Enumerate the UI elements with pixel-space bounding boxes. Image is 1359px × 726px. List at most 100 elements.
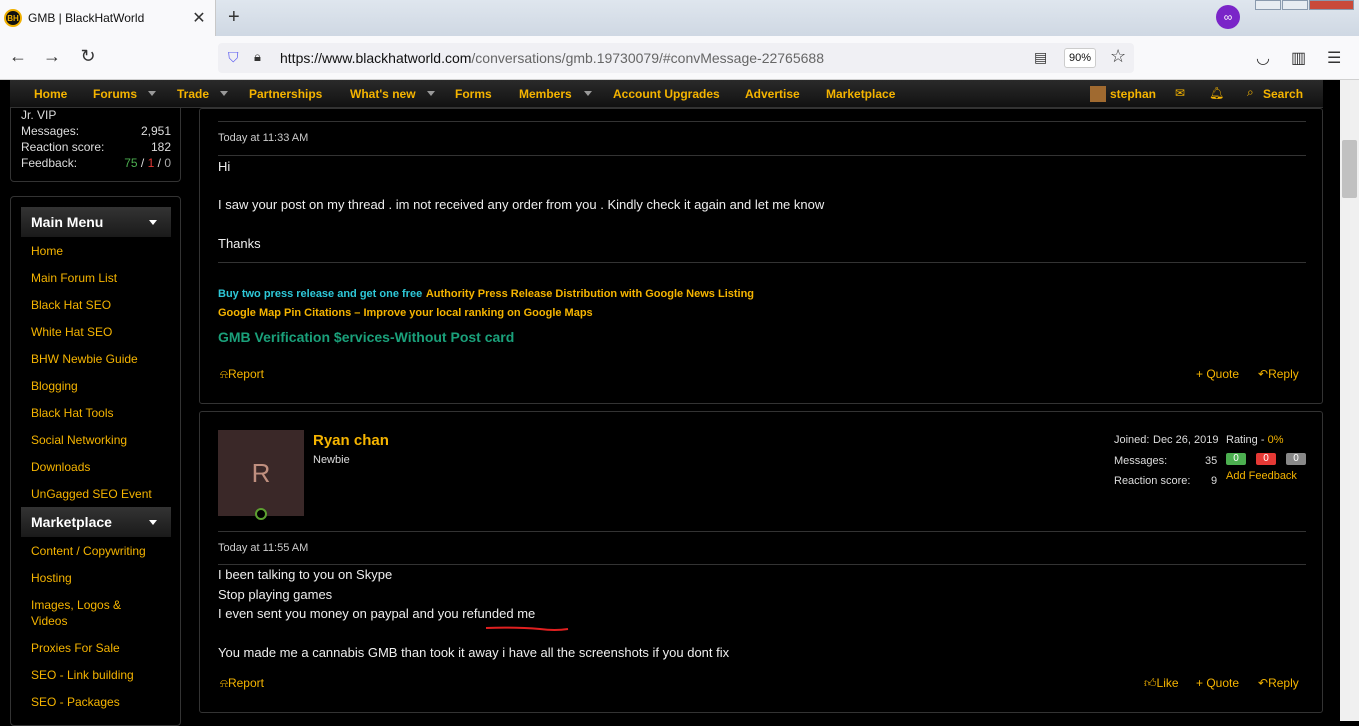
post-username[interactable]: Ryan chan (313, 432, 389, 449)
sidebar-icon[interactable]: ▥ (1291, 48, 1306, 68)
post-divider (218, 155, 1306, 156)
post-divider (218, 121, 1306, 122)
sidebar-item-proxies[interactable]: Proxies For Sale (31, 640, 171, 656)
nav-forums[interactable]: Forums (93, 87, 137, 101)
sidebar-item-seo-packages[interactable]: SEO - Packages (31, 694, 171, 710)
members-caret-icon[interactable] (584, 91, 592, 96)
sidebar-item-white-hat-seo[interactable]: White Hat SEO (31, 324, 171, 340)
like-button[interactable]: 👍︎Like (1144, 676, 1179, 691)
forums-caret-icon[interactable] (148, 91, 156, 96)
whats-new-caret-icon[interactable] (427, 91, 435, 96)
site-favicon-icon: BH (4, 9, 22, 27)
user-avatar[interactable]: R (218, 430, 304, 516)
sidebar-item-blogging[interactable]: Blogging (31, 378, 171, 394)
sidebar-item-hosting[interactable]: Hosting (31, 570, 171, 586)
nav-account-upgrades[interactable]: Account Upgrades (613, 87, 720, 101)
add-feedback-link[interactable]: Add Feedback (1226, 470, 1297, 482)
sidebar-item-black-hat-seo[interactable]: Black Hat SEO (31, 297, 171, 313)
feedback-separator: / (154, 156, 165, 170)
browser-tabbar: BH GMB | BlackHatWorld ✕ + ∞ (0, 0, 1359, 36)
sidebar-item-home[interactable]: Home (31, 243, 171, 259)
signature-link-citations[interactable]: Google Map Pin Citations – Improve your … (218, 307, 593, 319)
sidebar-item-main-forum-list[interactable]: Main Forum List (31, 270, 171, 286)
message-line: I even sent you money on paypal and you … (218, 606, 536, 621)
post-time[interactable]: Today at 11:33 AM (218, 132, 308, 144)
reload-icon[interactable]: ↻ (76, 46, 100, 67)
post-divider (218, 531, 1306, 532)
private-mode-icon[interactable]: ∞ (1216, 5, 1240, 29)
report-label: Report (227, 676, 264, 690)
nav-whats-new[interactable]: What's new (350, 87, 416, 101)
user-avatar[interactable] (1090, 86, 1106, 102)
signature-link-gmb[interactable]: GMB Verification $ervices-Without Post c… (218, 329, 514, 345)
inbox-icon[interactable]: ✉ (1175, 86, 1185, 100)
messages-label: Messages: (1114, 455, 1168, 467)
window-close-button[interactable] (1309, 0, 1354, 10)
sidebar-item-downloads[interactable]: Downloads (31, 459, 171, 475)
url-text[interactable]: https://www.blackhatworld.com/conversati… (280, 50, 824, 66)
signature-link-authority[interactable]: Authority Press Release Distribution wit… (426, 288, 754, 300)
tracking-shield-icon[interactable]: ⛉ (228, 49, 244, 67)
nav-trade[interactable]: Trade (177, 87, 209, 101)
profile-stats: Jr. VIP Messages: 2,951 Reaction score: 18… (10, 108, 181, 182)
sidebar-item-images[interactable]: Images, Logos & Videos (31, 597, 141, 629)
reply-button[interactable]: ↶Reply (1258, 676, 1299, 690)
lock-icon[interactable]: 🔒︎ (254, 49, 261, 65)
report-button[interactable]: ⍾Report (220, 676, 264, 691)
nav-search[interactable]: Search (1263, 87, 1303, 101)
nav-advertise[interactable]: Advertise (745, 87, 800, 101)
profile-feedback-row: Feedback: 75 / 1 / 0 (21, 156, 171, 170)
reaction-value: 9 (1211, 475, 1218, 487)
reply-button[interactable]: ↶Reply (1258, 367, 1299, 381)
search-icon[interactable]: ⌕ (1247, 85, 1254, 100)
tab-close-icon[interactable]: ✕ (189, 8, 209, 28)
sidebar-item-newbie-guide[interactable]: BHW Newbie Guide (31, 351, 171, 367)
quote-button[interactable]: + Quote (1196, 367, 1239, 381)
sidebar-item-social-networking[interactable]: Social Networking (31, 432, 171, 448)
sidebar-item-content[interactable]: Content / Copywriting (31, 543, 171, 559)
marketplace-caret-icon[interactable] (149, 520, 157, 525)
url-bar[interactable]: ⛉ 🔒︎ https://www.blackhatworld.com/conve… (218, 43, 1134, 73)
main-menu-title: Main Menu (31, 214, 104, 230)
sidebar-item-ungagged[interactable]: UnGagged SEO Event (31, 486, 171, 502)
message-line: You made me a cannabis GMB than took it … (218, 645, 730, 660)
menu-icon[interactable]: ☰ (1327, 48, 1341, 68)
sidebar-item-black-hat-tools[interactable]: Black Hat Tools (31, 405, 171, 421)
report-icon: ⍾ (220, 367, 228, 381)
maximize-button[interactable] (1282, 0, 1308, 10)
signature-divider (218, 262, 1306, 263)
main-menu-header[interactable]: Main Menu (21, 207, 171, 237)
new-tab-button[interactable]: + (228, 6, 240, 29)
report-button[interactable]: ⍾Report (220, 367, 264, 382)
back-arrow-icon[interactable]: ← (6, 46, 30, 67)
nav-forms[interactable]: Forms (455, 87, 492, 101)
nav-marketplace[interactable]: Marketplace (826, 87, 895, 101)
post-divider (218, 564, 1306, 565)
nav-partnerships[interactable]: Partnerships (249, 87, 322, 101)
sidebar-item-link-building[interactable]: SEO - Link building (31, 667, 171, 683)
reader-view-icon[interactable]: ▤ (1034, 49, 1047, 66)
rating: Rating - 0% (1226, 434, 1283, 446)
quote-button[interactable]: + Quote (1196, 676, 1239, 690)
feedback-separator: / (137, 156, 148, 170)
marketplace-header[interactable]: Marketplace (21, 507, 171, 537)
bookmark-star-icon[interactable]: ☆ (1110, 46, 1126, 67)
browser-tab[interactable]: BH GMB | BlackHatWorld ✕ (0, 0, 216, 36)
forward-arrow-icon[interactable]: → (40, 46, 64, 67)
nav-username[interactable]: stephan (1110, 87, 1156, 101)
post-time[interactable]: Today at 11:55 AM (218, 542, 308, 554)
bell-icon[interactable]: 🔔︎ (1209, 86, 1224, 100)
nav-members[interactable]: Members (519, 87, 572, 101)
profile-messages-row: Messages: 2,951 (21, 124, 171, 138)
reaction-label: Reaction score: (1114, 475, 1191, 487)
message-line: I saw your post on my thread . im not re… (218, 197, 825, 212)
signature-link-press[interactable]: Buy two press release and get one free (218, 288, 422, 300)
main-menu-caret-icon[interactable] (149, 220, 157, 225)
scrollbar-thumb[interactable] (1342, 140, 1357, 198)
zoom-level[interactable]: 90% (1064, 48, 1096, 68)
joined-label: Joined: (1114, 434, 1150, 446)
nav-home[interactable]: Home (34, 87, 67, 101)
trade-caret-icon[interactable] (220, 91, 228, 96)
pocket-icon[interactable]: ◡ (1256, 48, 1270, 68)
minimize-button[interactable] (1255, 0, 1281, 10)
